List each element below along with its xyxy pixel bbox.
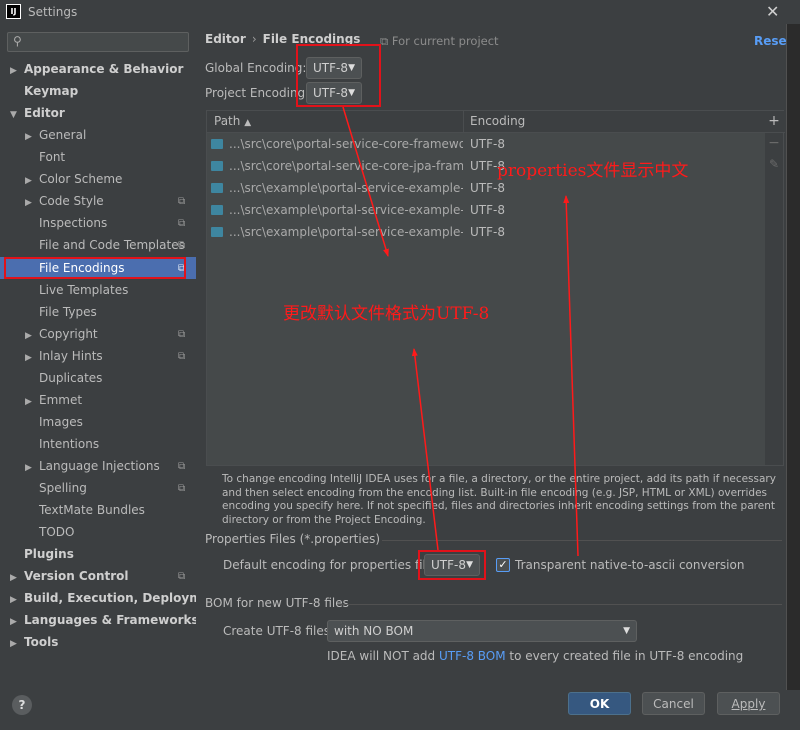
sidebar-item-language-injections[interactable]: ▶ Language Injections xyxy=(25,455,160,477)
chevron-down-icon: ▼ xyxy=(623,626,630,636)
search-icon: ⚲ xyxy=(13,34,22,48)
sidebar-item-spelling[interactable]: Spelling xyxy=(39,477,87,499)
section-divider xyxy=(382,540,782,541)
remove-icon[interactable]: − xyxy=(767,135,781,151)
global-encoding-label: Global Encoding: xyxy=(205,61,307,75)
chevron-down-icon: ▼ xyxy=(348,88,355,98)
project-scope-icon: ⧉ xyxy=(178,196,186,207)
sidebar-item-keymap[interactable]: Keymap xyxy=(24,80,78,102)
section-divider xyxy=(338,604,782,605)
project-scope-icon: ⧉ xyxy=(178,351,186,362)
native-to-ascii-label[interactable]: Transparent native-to-ascii conversion xyxy=(515,558,744,572)
dialog-footer: ? OK Cancel Apply xyxy=(0,690,800,730)
bom-select[interactable]: with NO BOM ▼ xyxy=(327,620,637,642)
column-divider[interactable] xyxy=(463,111,464,133)
column-header-path[interactable]: Path ▲ xyxy=(214,114,251,128)
native-to-ascii-checkbox[interactable]: ✓ xyxy=(496,558,510,572)
intellij-logo-icon: IJ xyxy=(6,4,21,19)
project-scope-icon: ⧉ xyxy=(380,34,392,48)
folder-icon xyxy=(211,205,223,215)
sidebar-item-tools[interactable]: ▶ Tools xyxy=(10,631,58,653)
sidebar-item-inlay-hints[interactable]: ▶ Inlay Hints xyxy=(25,345,103,367)
project-scope-icon: ⧉ xyxy=(178,571,186,582)
project-scope-icon: ⧉ xyxy=(178,218,186,229)
sidebar-item-intentions[interactable]: Intentions xyxy=(39,433,99,455)
sidebar-item-build-execution-deployment[interactable]: ▶ Build, Execution, Deployment xyxy=(10,587,224,609)
add-icon[interactable]: + xyxy=(767,113,781,129)
bom-section-title: BOM for new UTF-8 files xyxy=(205,596,349,610)
annotation-default-note: 更改默认文件格式为UTF-8 xyxy=(283,304,490,324)
chevron-down-icon: ▼ xyxy=(466,560,473,570)
utf8-bom-link[interactable]: UTF-8 BOM xyxy=(439,649,506,663)
file-encodings-panel: Editor › File Encodings ⧉ For current proj… xyxy=(196,24,792,690)
sidebar-item-textmate-bundles[interactable]: TextMate Bundles xyxy=(39,499,145,521)
close-icon[interactable]: ✕ xyxy=(766,2,779,21)
table-header: Path ▲ Encoding xyxy=(207,111,785,133)
settings-sidebar: ⚲ ▶ Appearance & Behavior Keymap ▼ Editor … xyxy=(0,24,224,690)
apply-button[interactable]: Apply xyxy=(717,692,780,715)
table-row[interactable]: ...\src\example\portal-service-example-n… xyxy=(207,221,765,243)
title-bar: IJ Settings ✕ xyxy=(0,0,800,24)
sidebar-item-emmet[interactable]: ▶ Emmet xyxy=(25,389,82,411)
for-current-project-note: ⧉ For current project xyxy=(380,34,499,48)
breadcrumb-parent[interactable]: Editor xyxy=(205,32,246,46)
sidebar-item-font[interactable]: Font xyxy=(39,146,65,168)
sidebar-item-file-code-templates[interactable]: File and Code Templates xyxy=(39,234,185,256)
project-encoding-select[interactable]: UTF-8 ▼ xyxy=(306,82,362,104)
sidebar-item-images[interactable]: Images xyxy=(39,411,83,433)
folder-icon xyxy=(211,139,223,149)
right-edge-strip xyxy=(786,24,800,690)
settings-search-input[interactable]: ⚲ xyxy=(7,32,189,52)
folder-icon xyxy=(211,161,223,171)
cancel-button[interactable]: Cancel xyxy=(642,692,705,715)
annotation-properties-note: properties文件显示中文 xyxy=(497,161,689,181)
sidebar-item-todo[interactable]: TODO xyxy=(39,521,74,543)
breadcrumb-current: File Encodings xyxy=(262,32,361,46)
global-encoding-select[interactable]: UTF-8 ▼ xyxy=(306,57,362,79)
sidebar-item-plugins[interactable]: Plugins xyxy=(24,543,74,565)
chevron-down-icon: ▼ xyxy=(348,63,355,73)
help-button[interactable]: ? xyxy=(12,695,32,715)
sidebar-item-color-scheme[interactable]: ▶ Color Scheme xyxy=(25,168,122,190)
window-title: Settings xyxy=(28,5,78,19)
sidebar-item-file-encodings[interactable]: File Encodings xyxy=(39,257,124,279)
project-scope-icon: ⧉ xyxy=(178,240,186,251)
sidebar-item-editor[interactable]: ▼ Editor xyxy=(10,102,65,124)
path-encoding-table: Path ▲ Encoding ...\src\core\portal-serv… xyxy=(206,110,785,466)
sidebar-item-live-templates[interactable]: Live Templates xyxy=(39,279,128,301)
folder-icon xyxy=(211,183,223,193)
ok-button[interactable]: OK xyxy=(568,692,631,715)
encoding-help-text: To change encoding IntelliJ IDEA uses fo… xyxy=(222,473,776,526)
sidebar-item-general[interactable]: ▶ General xyxy=(25,124,86,146)
sidebar-item-duplicates[interactable]: Duplicates xyxy=(39,367,102,389)
sidebar-item-code-style[interactable]: ▶ Code Style xyxy=(25,190,104,212)
properties-section-title: Properties Files (*.properties) xyxy=(205,532,381,546)
project-scope-icon: ⧉ xyxy=(178,329,186,340)
create-utf8-label: Create UTF-8 files: xyxy=(223,624,335,638)
project-scope-icon: ⧉ xyxy=(178,263,186,274)
properties-default-encoding-label: Default encoding for properties files: xyxy=(223,558,444,572)
project-scope-icon: ⧉ xyxy=(178,461,186,472)
sidebar-item-inspections[interactable]: Inspections xyxy=(39,212,107,234)
breadcrumb-separator: › xyxy=(251,32,257,46)
table-row[interactable]: ...\src\core\portal-service-core-framewo… xyxy=(207,133,765,155)
sidebar-item-languages-frameworks[interactable]: ▶ Languages & Frameworks xyxy=(10,609,199,631)
breadcrumb: Editor › File Encodings xyxy=(205,32,360,46)
project-encoding-label: Project Encoding: xyxy=(205,86,310,100)
project-scope-icon: ⧉ xyxy=(178,483,186,494)
sidebar-item-version-control[interactable]: ▶ Version Control xyxy=(10,565,129,587)
column-header-encoding[interactable]: Encoding xyxy=(470,114,525,128)
folder-icon xyxy=(211,227,223,237)
table-row[interactable]: ...\src\example\portal-service-example-m… xyxy=(207,199,765,221)
edit-icon[interactable]: ✎ xyxy=(767,157,781,171)
sidebar-item-appearance-behavior[interactable]: ▶ Appearance & Behavior xyxy=(10,58,183,80)
sidebar-item-file-types[interactable]: File Types xyxy=(39,301,97,323)
bom-note: IDEA will NOT add UTF-8 BOM to every cre… xyxy=(327,649,744,663)
properties-encoding-select[interactable]: UTF-8 ▼ xyxy=(424,554,480,576)
sidebar-item-copyright[interactable]: ▶ Copyright xyxy=(25,323,98,345)
sort-ascending-icon: ▲ xyxy=(244,118,252,128)
